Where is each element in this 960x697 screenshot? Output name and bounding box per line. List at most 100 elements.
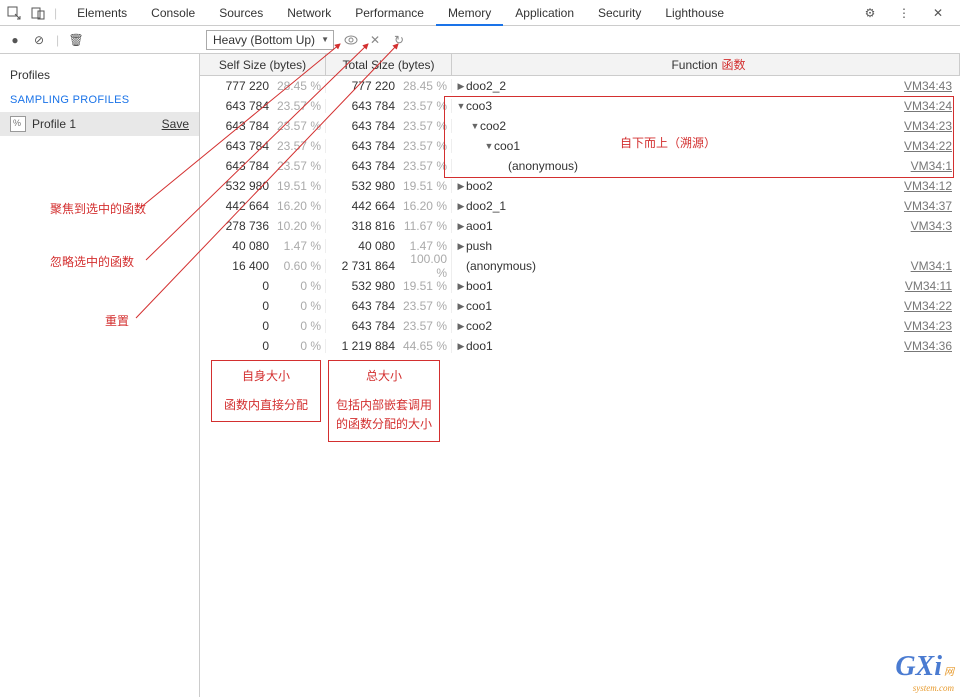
source-link[interactable]: VM34:23: [904, 119, 952, 133]
disclosure-icon[interactable]: ▼: [456, 101, 466, 111]
cell-function: (anonymous)VM34:1: [452, 159, 960, 173]
source-link[interactable]: VM34:1: [911, 159, 952, 173]
tab-performance[interactable]: Performance: [343, 0, 436, 26]
cell-function: ▶coo2VM34:23: [452, 319, 960, 333]
cell-function: ▶coo1VM34:22: [452, 299, 960, 313]
cell-self: 00 %: [200, 279, 326, 293]
cell-total: 643 78423.57 %: [326, 299, 452, 313]
profile-grid: Self Size (bytes) Total Size (bytes) Fun…: [200, 54, 960, 697]
table-row[interactable]: 00 %1 219 88444.65 %▶doo1VM34:36: [200, 336, 960, 356]
cell-function: ▶doo2_2VM34:43: [452, 79, 960, 93]
col-total-size[interactable]: Total Size (bytes): [326, 54, 452, 75]
sampling-profiles-header: SAMPLING PROFILES: [0, 88, 199, 112]
cell-self: 442 66416.20 %: [200, 199, 326, 213]
cell-total: 643 78423.57 %: [326, 139, 452, 153]
source-link[interactable]: VM34:24: [904, 99, 952, 113]
profiles-sidebar: Profiles SAMPLING PROFILES Profile 1 Sav…: [0, 54, 200, 697]
disclosure-icon[interactable]: ▼: [484, 141, 494, 151]
close-icon[interactable]: ✕: [930, 5, 946, 21]
tab-sources[interactable]: Sources: [207, 0, 275, 26]
device-toggle-icon[interactable]: [30, 5, 46, 21]
table-row[interactable]: 00 %643 78423.57 %▶coo1VM34:22: [200, 296, 960, 316]
cell-total: 643 78423.57 %: [326, 159, 452, 173]
cell-self: 278 73610.20 %: [200, 219, 326, 233]
col-function[interactable]: Function函数: [452, 54, 960, 75]
devtools-tabbar: | ElementsConsoleSourcesNetworkPerforman…: [0, 0, 960, 26]
profiles-header: Profiles: [0, 62, 199, 88]
cell-self: 643 78423.57 %: [200, 119, 326, 133]
source-link[interactable]: VM34:37: [904, 199, 952, 213]
source-link[interactable]: VM34:22: [904, 299, 952, 313]
disclosure-icon[interactable]: ▶: [456, 181, 466, 192]
tab-lighthouse[interactable]: Lighthouse: [653, 0, 736, 26]
source-link[interactable]: VM34:36: [904, 339, 952, 353]
grid-body: 777 22028.45 %777 22028.45 %▶doo2_2VM34:…: [200, 76, 960, 697]
cell-self: 40 0801.47 %: [200, 239, 326, 253]
delete-icon[interactable]: 🗑: [69, 33, 83, 47]
record-icon[interactable]: ●: [8, 33, 22, 47]
table-row[interactable]: 643 78423.57 %643 78423.57 %▼coo1VM34:22: [200, 136, 960, 156]
table-row[interactable]: 777 22028.45 %777 22028.45 %▶doo2_2VM34:…: [200, 76, 960, 96]
cell-total: 2 731 864100.00 %: [326, 252, 452, 280]
table-row[interactable]: 00 %532 98019.51 %▶boo1VM34:11: [200, 276, 960, 296]
cell-function: ▶doo2_1VM34:37: [452, 199, 960, 213]
table-row[interactable]: 40 0801.47 %40 0801.47 %▶push: [200, 236, 960, 256]
disclosure-icon[interactable]: ▶: [456, 301, 466, 312]
disclosure-icon[interactable]: ▶: [456, 221, 466, 232]
table-row[interactable]: 00 %643 78423.57 %▶coo2VM34:23: [200, 316, 960, 336]
disclosure-icon[interactable]: ▶: [456, 321, 466, 332]
cell-total: 1 219 88444.65 %: [326, 339, 452, 353]
cell-self: 643 78423.57 %: [200, 159, 326, 173]
table-row[interactable]: 643 78423.57 %643 78423.57 %▼coo3VM34:24: [200, 96, 960, 116]
disclosure-icon[interactable]: ▶: [456, 241, 466, 252]
source-link[interactable]: VM34:12: [904, 179, 952, 193]
source-link[interactable]: VM34:43: [904, 79, 952, 93]
source-link[interactable]: VM34:1: [911, 259, 952, 273]
cell-total: 643 78423.57 %: [326, 119, 452, 133]
tab-memory[interactable]: Memory: [436, 0, 503, 26]
tab-network[interactable]: Network: [275, 0, 343, 26]
source-link[interactable]: VM34:3: [911, 219, 952, 233]
tab-application[interactable]: Application: [503, 0, 586, 26]
source-link[interactable]: VM34:23: [904, 319, 952, 333]
disclosure-icon[interactable]: ▶: [456, 201, 466, 212]
cell-total: 643 78423.57 %: [326, 99, 452, 113]
settings-icon[interactable]: ⚙: [862, 5, 878, 21]
disclosure-icon[interactable]: ▶: [456, 81, 466, 92]
tab-security[interactable]: Security: [586, 0, 653, 26]
eye-icon[interactable]: [344, 33, 358, 47]
inspect-icon[interactable]: [6, 5, 22, 21]
table-row[interactable]: 442 66416.20 %442 66416.20 %▶doo2_1VM34:…: [200, 196, 960, 216]
tab-console[interactable]: Console: [139, 0, 207, 26]
disclosure-icon[interactable]: ▼: [470, 121, 480, 131]
disclosure-icon[interactable]: ▶: [456, 281, 466, 292]
more-icon[interactable]: ⋮: [896, 5, 912, 21]
cell-function: ▶aoo1VM34:3: [452, 219, 960, 233]
cell-function: ▶boo2VM34:12: [452, 179, 960, 193]
cell-self: 777 22028.45 %: [200, 79, 326, 93]
table-row[interactable]: 643 78423.57 %643 78423.57 %(anonymous)V…: [200, 156, 960, 176]
source-link[interactable]: VM34:22: [904, 139, 952, 153]
view-dropdown[interactable]: Heavy (Bottom Up): [206, 30, 334, 50]
memory-toolbar: ● ⊘ | 🗑 Heavy (Bottom Up) ✕ ↻: [0, 26, 960, 54]
cell-self: 643 78423.57 %: [200, 99, 326, 113]
cell-total: 777 22028.45 %: [326, 79, 452, 93]
col-self-size[interactable]: Self Size (bytes): [200, 54, 326, 75]
profile-item[interactable]: Profile 1 Save: [0, 112, 199, 136]
cell-total: 318 81611.67 %: [326, 219, 452, 233]
clear-icon[interactable]: ⊘: [32, 33, 46, 47]
x-icon[interactable]: ✕: [368, 33, 382, 47]
save-link[interactable]: Save: [162, 117, 189, 131]
refresh-icon[interactable]: ↻: [392, 33, 406, 47]
disclosure-icon[interactable]: ▶: [456, 341, 466, 352]
table-row[interactable]: 532 98019.51 %532 98019.51 %▶boo2VM34:12: [200, 176, 960, 196]
cell-self: 16 4000.60 %: [200, 259, 326, 273]
table-row[interactable]: 278 73610.20 %318 81611.67 %▶aoo1VM34:3: [200, 216, 960, 236]
table-row[interactable]: 16 4000.60 %2 731 864100.00 %(anonymous)…: [200, 256, 960, 276]
table-row[interactable]: 643 78423.57 %643 78423.57 %▼coo2VM34:23: [200, 116, 960, 136]
tab-elements[interactable]: Elements: [65, 0, 139, 26]
source-link[interactable]: VM34:11: [905, 279, 952, 293]
cell-self: 643 78423.57 %: [200, 139, 326, 153]
cell-function: ▶boo1VM34:11: [452, 279, 960, 293]
cell-total: 532 98019.51 %: [326, 279, 452, 293]
